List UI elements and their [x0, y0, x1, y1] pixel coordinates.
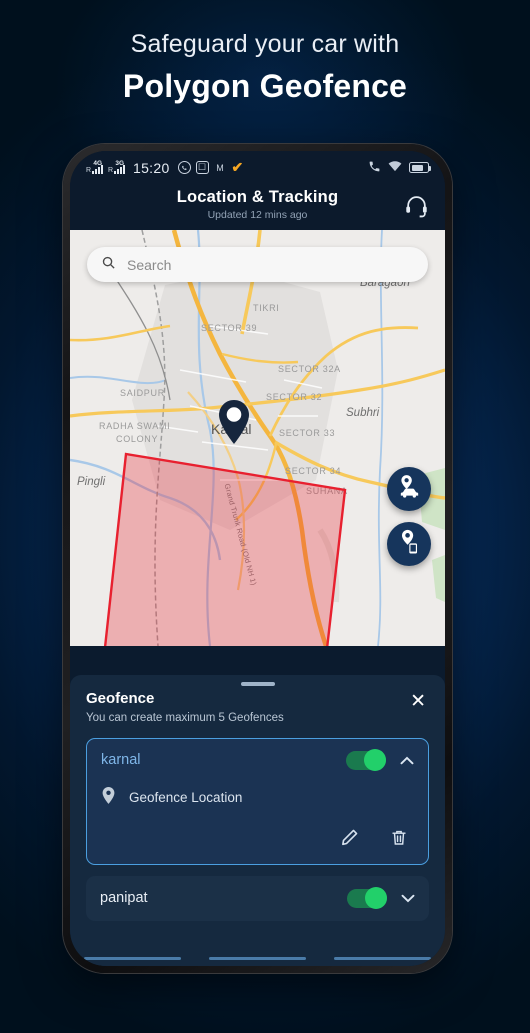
- pencil-icon[interactable]: [340, 828, 359, 852]
- checkmark-icon: ✔: [231, 159, 244, 175]
- geofence-name: panipat: [100, 890, 148, 906]
- wifi-icon: [388, 160, 402, 175]
- phone-call-icon: [368, 160, 381, 176]
- app-icon: ☐: [195, 161, 209, 174]
- last-updated-text: Updated 12 mins ago: [207, 209, 308, 221]
- nav-hint-center[interactable]: [209, 956, 306, 960]
- search-bar[interactable]: Search: [87, 247, 428, 282]
- headline-line-1: Safeguard your car with: [130, 30, 400, 58]
- battery-icon: [409, 162, 431, 173]
- nav-hint-right[interactable]: [334, 956, 431, 960]
- status-bar: R 4G R 3G 15:20 ☐ M ✔: [70, 151, 445, 184]
- geofence-toggle[interactable]: [346, 749, 386, 771]
- chevron-down-icon[interactable]: [401, 891, 415, 906]
- car-location-icon: [396, 473, 423, 505]
- trash-icon[interactable]: [390, 828, 408, 852]
- geofence-location-label: Geofence Location: [129, 790, 243, 805]
- m-icon: M: [216, 162, 224, 173]
- sheet-subtitle: You can create maximum 5 Geofences: [86, 711, 284, 724]
- app-header: Location & Tracking Updated 12 mins ago: [70, 184, 445, 230]
- roaming-indicator-2: R: [108, 166, 114, 174]
- geofence-sheet: Geofence You can create maximum 5 Geofen…: [70, 675, 445, 966]
- chevron-up-icon[interactable]: [400, 753, 414, 768]
- search-icon: [101, 255, 116, 275]
- signal-icon-sim2: R 3G: [108, 160, 125, 174]
- phone-screen: R 4G R 3G 15:20 ☐ M ✔ Location & Trackin…: [70, 151, 445, 966]
- geofence-card-karnal[interactable]: karnal Geofence Location: [86, 737, 429, 865]
- geofence-card-panipat[interactable]: panipat: [86, 875, 429, 921]
- close-icon[interactable]: ✕: [407, 690, 429, 713]
- search-placeholder: Search: [127, 256, 172, 273]
- map-view[interactable]: Baragaon TIKRI SECTOR 39 SECTOR 32A SECTOR 3…: [70, 230, 445, 646]
- device-location-icon: [396, 528, 423, 560]
- vehicle-location-fab[interactable]: [387, 467, 431, 511]
- sheet-drag-handle[interactable]: [240, 682, 275, 686]
- nav-hint-left[interactable]: [84, 956, 181, 960]
- page-title: Location & Tracking: [176, 188, 339, 206]
- headline-block: Safeguard your car with Polygon Geofence: [0, 0, 530, 105]
- map-pin-marker: [216, 398, 252, 451]
- signal-icon-sim1: R 4G: [86, 160, 103, 174]
- geofence-polygon[interactable]: [70, 230, 445, 646]
- whatsapp-icon: [177, 161, 191, 174]
- status-clock: 15:20: [133, 159, 170, 176]
- geofence-toggle[interactable]: [347, 887, 387, 909]
- phone-frame: R 4G R 3G 15:20 ☐ M ✔ Location & Trackin…: [63, 144, 452, 973]
- headset-icon[interactable]: [401, 190, 431, 220]
- sheet-title: Geofence: [86, 689, 155, 707]
- device-location-fab[interactable]: [387, 522, 431, 566]
- headline-line-2: Polygon Geofence: [122, 68, 408, 104]
- roaming-indicator-1: R: [86, 166, 92, 174]
- android-nav-bar: [70, 950, 445, 966]
- geofence-name: karnal: [101, 752, 141, 768]
- map-pin-icon: [101, 786, 116, 810]
